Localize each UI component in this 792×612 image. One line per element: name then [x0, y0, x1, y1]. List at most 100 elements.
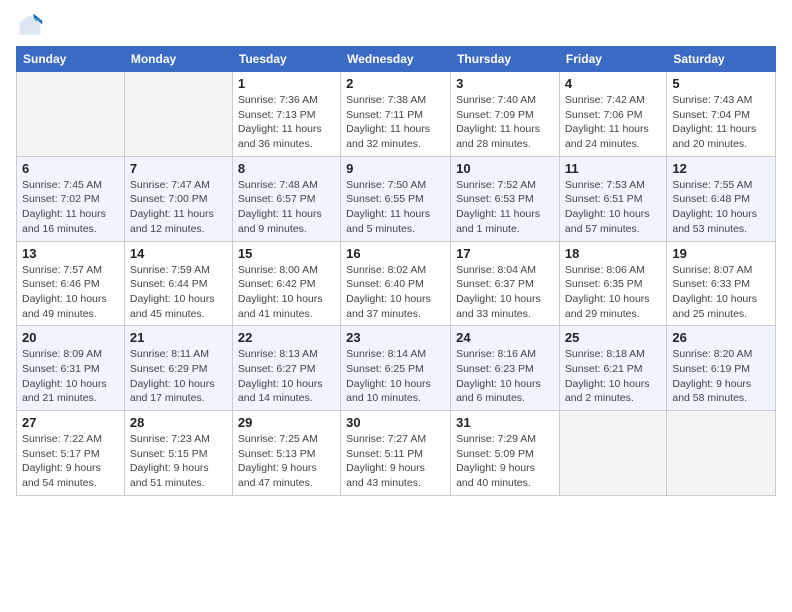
- weekday-header-sunday: Sunday: [17, 47, 125, 72]
- calendar-week-row: 20 Sunrise: 8:09 AM Sunset: 6:31 PM Dayli…: [17, 326, 776, 411]
- day-number: 9: [346, 161, 445, 176]
- calendar-cell: 16Sunrise: 8:02 AM Sunset: 6:40 PM Dayli…: [341, 241, 451, 326]
- day-info: Sunrise: 8:13 AM Sunset: 6:27 PM Dayligh…: [238, 347, 335, 406]
- day-info: Sunrise: 7:36 AM Sunset: 7:13 PM Dayligh…: [238, 93, 335, 152]
- day-number: 13: [22, 246, 119, 261]
- calendar-table: SundayMondayTuesdayWednesdayThursdayFrid…: [16, 46, 776, 496]
- calendar-cell: 29 Sunrise: 7:25 AM Sunset: 5:13 PM Dayli…: [232, 411, 340, 496]
- calendar-week-row: 6 Sunrise: 7:45 AM Sunset: 7:02 PM Daylig…: [17, 156, 776, 241]
- calendar-cell: 27Sunrise: 7:22 AM Sunset: 5:17 PM Dayli…: [17, 411, 125, 496]
- day-info: Sunrise: 7:52 AM Sunset: 6:53 PM Dayligh…: [456, 178, 554, 237]
- calendar-cell: 25Sunrise: 8:18 AM Sunset: 6:21 PM Dayli…: [559, 326, 666, 411]
- calendar-cell: 19 Sunrise: 8:07 AM Sunset: 6:33 PM Dayli…: [667, 241, 776, 326]
- day-info: Sunrise: 7:53 AM Sunset: 6:51 PM Dayligh…: [565, 178, 661, 237]
- day-number: 1: [238, 76, 335, 91]
- calendar-cell: [17, 72, 125, 157]
- calendar-cell: 2 Sunrise: 7:38 AM Sunset: 7:11 PM Daylig…: [341, 72, 451, 157]
- calendar-cell: 24 Sunrise: 8:16 AM Sunset: 6:23 PM Dayli…: [451, 326, 560, 411]
- calendar-cell: 20 Sunrise: 8:09 AM Sunset: 6:31 PM Dayli…: [17, 326, 125, 411]
- day-info: Sunrise: 7:48 AM Sunset: 6:57 PM Dayligh…: [238, 178, 335, 237]
- day-number: 23: [346, 330, 445, 345]
- calendar-cell: 17 Sunrise: 8:04 AM Sunset: 6:37 PM Dayli…: [451, 241, 560, 326]
- calendar-cell: 8 Sunrise: 7:48 AM Sunset: 6:57 PM Daylig…: [232, 156, 340, 241]
- calendar-cell: 22 Sunrise: 8:13 AM Sunset: 6:27 PM Dayli…: [232, 326, 340, 411]
- calendar-cell: [559, 411, 666, 496]
- day-info: Sunrise: 7:23 AM Sunset: 5:15 PM Dayligh…: [130, 432, 227, 491]
- calendar-cell: [667, 411, 776, 496]
- day-number: 8: [238, 161, 335, 176]
- day-number: 2: [346, 76, 445, 91]
- day-number: 30: [346, 415, 445, 430]
- weekday-header-friday: Friday: [559, 47, 666, 72]
- day-info: Sunrise: 8:02 AM Sunset: 6:40 PM Dayligh…: [346, 263, 445, 322]
- day-number: 12: [672, 161, 770, 176]
- day-info: Sunrise: 7:45 AM Sunset: 7:02 PM Dayligh…: [22, 178, 119, 237]
- day-info: Sunrise: 8:20 AM Sunset: 6:19 PM Dayligh…: [672, 347, 770, 406]
- calendar-cell: 5Sunrise: 7:43 AM Sunset: 7:04 PM Daylig…: [667, 72, 776, 157]
- day-info: Sunrise: 8:00 AM Sunset: 6:42 PM Dayligh…: [238, 263, 335, 322]
- calendar-cell: 12 Sunrise: 7:55 AM Sunset: 6:48 PM Dayli…: [667, 156, 776, 241]
- day-number: 17: [456, 246, 554, 261]
- calendar-cell: 10 Sunrise: 7:52 AM Sunset: 6:53 PM Dayli…: [451, 156, 560, 241]
- day-info: Sunrise: 8:16 AM Sunset: 6:23 PM Dayligh…: [456, 347, 554, 406]
- day-info: Sunrise: 7:59 AM Sunset: 6:44 PM Dayligh…: [130, 263, 227, 322]
- day-number: 20: [22, 330, 119, 345]
- calendar-week-row: 27Sunrise: 7:22 AM Sunset: 5:17 PM Dayli…: [17, 411, 776, 496]
- weekday-header-row: SundayMondayTuesdayWednesdayThursdayFrid…: [17, 47, 776, 72]
- calendar-cell: 31 Sunrise: 7:29 AM Sunset: 5:09 PM Dayli…: [451, 411, 560, 496]
- logo-icon: [16, 12, 44, 40]
- day-info: Sunrise: 7:55 AM Sunset: 6:48 PM Dayligh…: [672, 178, 770, 237]
- day-number: 25: [565, 330, 661, 345]
- day-info: Sunrise: 7:57 AM Sunset: 6:46 PM Dayligh…: [22, 263, 119, 322]
- day-number: 19: [672, 246, 770, 261]
- day-info: Sunrise: 7:40 AM Sunset: 7:09 PM Dayligh…: [456, 93, 554, 152]
- day-number: 24: [456, 330, 554, 345]
- header: [16, 12, 776, 40]
- day-number: 3: [456, 76, 554, 91]
- day-number: 7: [130, 161, 227, 176]
- day-number: 27: [22, 415, 119, 430]
- day-number: 5: [672, 76, 770, 91]
- calendar-week-row: 1 Sunrise: 7:36 AM Sunset: 7:13 PM Daylig…: [17, 72, 776, 157]
- day-info: Sunrise: 7:47 AM Sunset: 7:00 PM Dayligh…: [130, 178, 227, 237]
- day-number: 29: [238, 415, 335, 430]
- day-info: Sunrise: 8:07 AM Sunset: 6:33 PM Dayligh…: [672, 263, 770, 322]
- day-number: 14: [130, 246, 227, 261]
- day-number: 31: [456, 415, 554, 430]
- day-info: Sunrise: 8:04 AM Sunset: 6:37 PM Dayligh…: [456, 263, 554, 322]
- calendar-cell: 7 Sunrise: 7:47 AM Sunset: 7:00 PM Daylig…: [124, 156, 232, 241]
- calendar-cell: 4 Sunrise: 7:42 AM Sunset: 7:06 PM Daylig…: [559, 72, 666, 157]
- logo: [16, 12, 48, 40]
- calendar-cell: 6 Sunrise: 7:45 AM Sunset: 7:02 PM Daylig…: [17, 156, 125, 241]
- day-number: 10: [456, 161, 554, 176]
- calendar-cell: 21Sunrise: 8:11 AM Sunset: 6:29 PM Dayli…: [124, 326, 232, 411]
- weekday-header-wednesday: Wednesday: [341, 47, 451, 72]
- calendar-cell: 23 Sunrise: 8:14 AM Sunset: 6:25 PM Dayli…: [341, 326, 451, 411]
- day-number: 4: [565, 76, 661, 91]
- calendar-cell: 18Sunrise: 8:06 AM Sunset: 6:35 PM Dayli…: [559, 241, 666, 326]
- day-number: 15: [238, 246, 335, 261]
- day-info: Sunrise: 7:38 AM Sunset: 7:11 PM Dayligh…: [346, 93, 445, 152]
- day-number: 26: [672, 330, 770, 345]
- weekday-header-monday: Monday: [124, 47, 232, 72]
- calendar-cell: 14 Sunrise: 7:59 AM Sunset: 6:44 PM Dayli…: [124, 241, 232, 326]
- day-info: Sunrise: 7:25 AM Sunset: 5:13 PM Dayligh…: [238, 432, 335, 491]
- calendar-cell: 26 Sunrise: 8:20 AM Sunset: 6:19 PM Dayli…: [667, 326, 776, 411]
- calendar-cell: 13 Sunrise: 7:57 AM Sunset: 6:46 PM Dayli…: [17, 241, 125, 326]
- day-info: Sunrise: 8:06 AM Sunset: 6:35 PM Dayligh…: [565, 263, 661, 322]
- day-number: 22: [238, 330, 335, 345]
- calendar-cell: 30 Sunrise: 7:27 AM Sunset: 5:11 PM Dayli…: [341, 411, 451, 496]
- weekday-header-saturday: Saturday: [667, 47, 776, 72]
- day-info: Sunrise: 7:27 AM Sunset: 5:11 PM Dayligh…: [346, 432, 445, 491]
- calendar-cell: 1 Sunrise: 7:36 AM Sunset: 7:13 PM Daylig…: [232, 72, 340, 157]
- calendar-cell: 11Sunrise: 7:53 AM Sunset: 6:51 PM Dayli…: [559, 156, 666, 241]
- calendar-week-row: 13 Sunrise: 7:57 AM Sunset: 6:46 PM Dayli…: [17, 241, 776, 326]
- calendar-cell: [124, 72, 232, 157]
- day-info: Sunrise: 8:09 AM Sunset: 6:31 PM Dayligh…: [22, 347, 119, 406]
- day-info: Sunrise: 8:14 AM Sunset: 6:25 PM Dayligh…: [346, 347, 445, 406]
- day-info: Sunrise: 7:29 AM Sunset: 5:09 PM Dayligh…: [456, 432, 554, 491]
- day-info: Sunrise: 8:11 AM Sunset: 6:29 PM Dayligh…: [130, 347, 227, 406]
- day-info: Sunrise: 7:50 AM Sunset: 6:55 PM Dayligh…: [346, 178, 445, 237]
- day-number: 6: [22, 161, 119, 176]
- day-info: Sunrise: 7:42 AM Sunset: 7:06 PM Dayligh…: [565, 93, 661, 152]
